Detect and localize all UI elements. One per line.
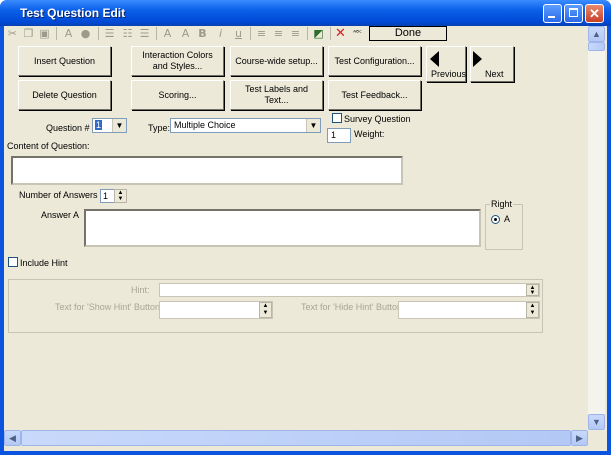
- number-of-answers-value: 1: [103, 191, 109, 201]
- content-label: Content of Question:: [7, 141, 90, 151]
- delete-icon[interactable]: ✕: [334, 27, 347, 40]
- type-value: Multiple Choice: [174, 120, 236, 130]
- font-icon[interactable]: A: [62, 27, 75, 40]
- window: Test Question Edit ✕ ✂ ❐ ▣ A ● ☰ ☷ ☰ A A…: [0, 0, 611, 455]
- align-left-icon[interactable]: ≡: [255, 27, 268, 40]
- vertical-scrollbar[interactable]: ▲ ▼: [588, 26, 605, 430]
- next-label: Next: [485, 69, 504, 79]
- include-hint-label: Include Hint: [20, 258, 68, 268]
- color-icon[interactable]: ●: [79, 27, 92, 40]
- horizontal-scrollbar[interactable]: ◀ ▶: [4, 430, 588, 446]
- course-wide-setup-button[interactable]: Course-wide setup...: [230, 46, 323, 76]
- survey-question-label: Survey Question: [344, 114, 411, 124]
- hide-hint-label: Text for 'Hide Hint' Button: [301, 302, 402, 312]
- hide-hint-field[interactable]: ▲ ▼: [398, 301, 540, 319]
- toolbar-divider: [307, 27, 308, 40]
- scroll-up-icon[interactable]: ▲: [588, 26, 605, 42]
- type-dropdown[interactable]: Multiple Choice ▼: [170, 118, 321, 133]
- close-icon: ✕: [589, 6, 600, 21]
- show-hint-label: Text for 'Show Hint' Button: [55, 302, 160, 312]
- cut-icon[interactable]: ✂: [6, 27, 19, 40]
- show-hint-field[interactable]: ▲ ▼: [159, 301, 273, 319]
- toolbar-divider: [156, 27, 157, 40]
- vertical-scroll-thumb[interactable]: [588, 42, 605, 51]
- paste-icon[interactable]: ▣: [38, 27, 51, 40]
- insert-question-button[interactable]: Insert Question: [18, 46, 111, 76]
- window-title: Test Question Edit: [20, 6, 126, 20]
- hint-field[interactable]: ▲ ▼: [159, 283, 540, 297]
- spin-down-icon[interactable]: ▼: [115, 196, 126, 202]
- question-number-dropdown[interactable]: 1 ▼: [92, 118, 127, 133]
- question-number-label: Question #: [46, 123, 90, 133]
- numbered-list-icon[interactable]: ☷: [121, 27, 134, 40]
- survey-question-checkbox[interactable]: [332, 113, 342, 123]
- bullets-icon[interactable]: ☰: [103, 27, 116, 40]
- hint-label: Hint:: [131, 285, 150, 295]
- answer-a-label: Answer A: [41, 210, 80, 220]
- delete-question-button[interactable]: Delete Question: [18, 80, 111, 110]
- arrow-left-icon: [430, 51, 439, 67]
- test-feedback-button[interactable]: Test Feedback...: [328, 80, 421, 110]
- weight-value: 1: [331, 130, 337, 140]
- close-button[interactable]: ✕: [585, 4, 604, 23]
- next-button[interactable]: Next: [470, 46, 514, 82]
- client-area: ✂ ❐ ▣ A ● ☰ ☷ ☰ A A B i u ≡ ≡ ≡ ◩ ✕ ᴬᴮᶜ …: [4, 26, 607, 451]
- number-of-answers-field[interactable]: 1: [100, 189, 115, 203]
- spellcheck-icon[interactable]: ᴬᴮᶜ: [351, 27, 364, 40]
- show-hint-scroll[interactable]: ▲ ▼: [259, 302, 272, 318]
- scrollbar-corner: [588, 430, 605, 446]
- previous-button[interactable]: Previous: [426, 46, 466, 82]
- outdent-icon[interactable]: ☰: [138, 27, 151, 40]
- question-content-field[interactable]: [11, 156, 403, 185]
- scroll-down-icon[interactable]: ▼: [588, 414, 605, 430]
- format-toolbar: ✂ ❐ ▣ A ● ☰ ☷ ☰ A A B i u ≡ ≡ ≡ ◩ ✕ ᴬᴮᶜ …: [4, 26, 590, 42]
- radio-selected-dot: [494, 218, 497, 221]
- hide-hint-scroll[interactable]: ▲ ▼: [526, 302, 539, 318]
- chevron-down-icon[interactable]: ▼: [112, 119, 126, 132]
- italic-icon[interactable]: i: [214, 27, 227, 40]
- find-icon[interactable]: ◩: [312, 27, 325, 40]
- weight-field[interactable]: 1: [327, 128, 351, 143]
- copy-icon[interactable]: ❐: [22, 27, 35, 40]
- shrink-font-icon[interactable]: A: [179, 27, 192, 40]
- number-of-answers-label: Number of Answers: [19, 190, 98, 200]
- weight-label: Weight:: [354, 129, 385, 139]
- hint-scroll[interactable]: ▲ ▼: [526, 284, 539, 296]
- hint-group: Hint: ▲ ▼ Text for 'Show Hint' Button ▲ ▼ …: [8, 279, 543, 333]
- arrow-right-icon: [473, 51, 482, 67]
- type-label: Type:: [148, 123, 171, 133]
- answers-spinner[interactable]: ▲ ▼: [114, 189, 127, 203]
- include-hint-checkbox[interactable]: [8, 257, 18, 267]
- question-number-value: 1: [95, 120, 103, 130]
- scroll-left-icon[interactable]: ◀: [4, 430, 21, 446]
- grow-font-icon[interactable]: A: [161, 27, 174, 40]
- test-configuration-button[interactable]: Test Configuration...: [328, 46, 421, 76]
- right-label: Right: [490, 199, 514, 209]
- underline-icon[interactable]: u: [232, 27, 245, 40]
- right-option-label: A: [504, 214, 511, 224]
- maximize-icon: [569, 8, 578, 17]
- horizontal-scroll-thumb[interactable]: [21, 430, 571, 446]
- toolbar-divider: [98, 27, 99, 40]
- scroll-right-icon[interactable]: ▶: [571, 430, 588, 446]
- minimize-icon: [548, 16, 555, 18]
- toolbar-divider: [56, 27, 57, 40]
- toolbar-divider: [250, 27, 251, 40]
- minimize-button[interactable]: [543, 4, 562, 23]
- previous-label: Previous: [431, 69, 467, 79]
- title-bar[interactable]: Test Question Edit ✕: [0, 0, 611, 26]
- answer-a-field[interactable]: [84, 209, 481, 247]
- right-answer-group: Right A: [485, 199, 523, 250]
- scoring-button[interactable]: Scoring...: [131, 80, 224, 110]
- align-right-icon[interactable]: ≡: [289, 27, 302, 40]
- toolbar-divider: [330, 27, 331, 40]
- interaction-colors-button[interactable]: Interaction Colors and Styles...: [131, 46, 224, 76]
- test-labels-button[interactable]: Test Labels and Text...: [230, 80, 323, 110]
- right-answer-radio[interactable]: [491, 215, 500, 224]
- align-center-icon[interactable]: ≡: [272, 27, 285, 40]
- maximize-button[interactable]: [564, 4, 583, 23]
- bold-icon[interactable]: B: [196, 27, 209, 40]
- chevron-down-icon[interactable]: ▼: [306, 119, 320, 132]
- done-button[interactable]: Done: [369, 26, 447, 41]
